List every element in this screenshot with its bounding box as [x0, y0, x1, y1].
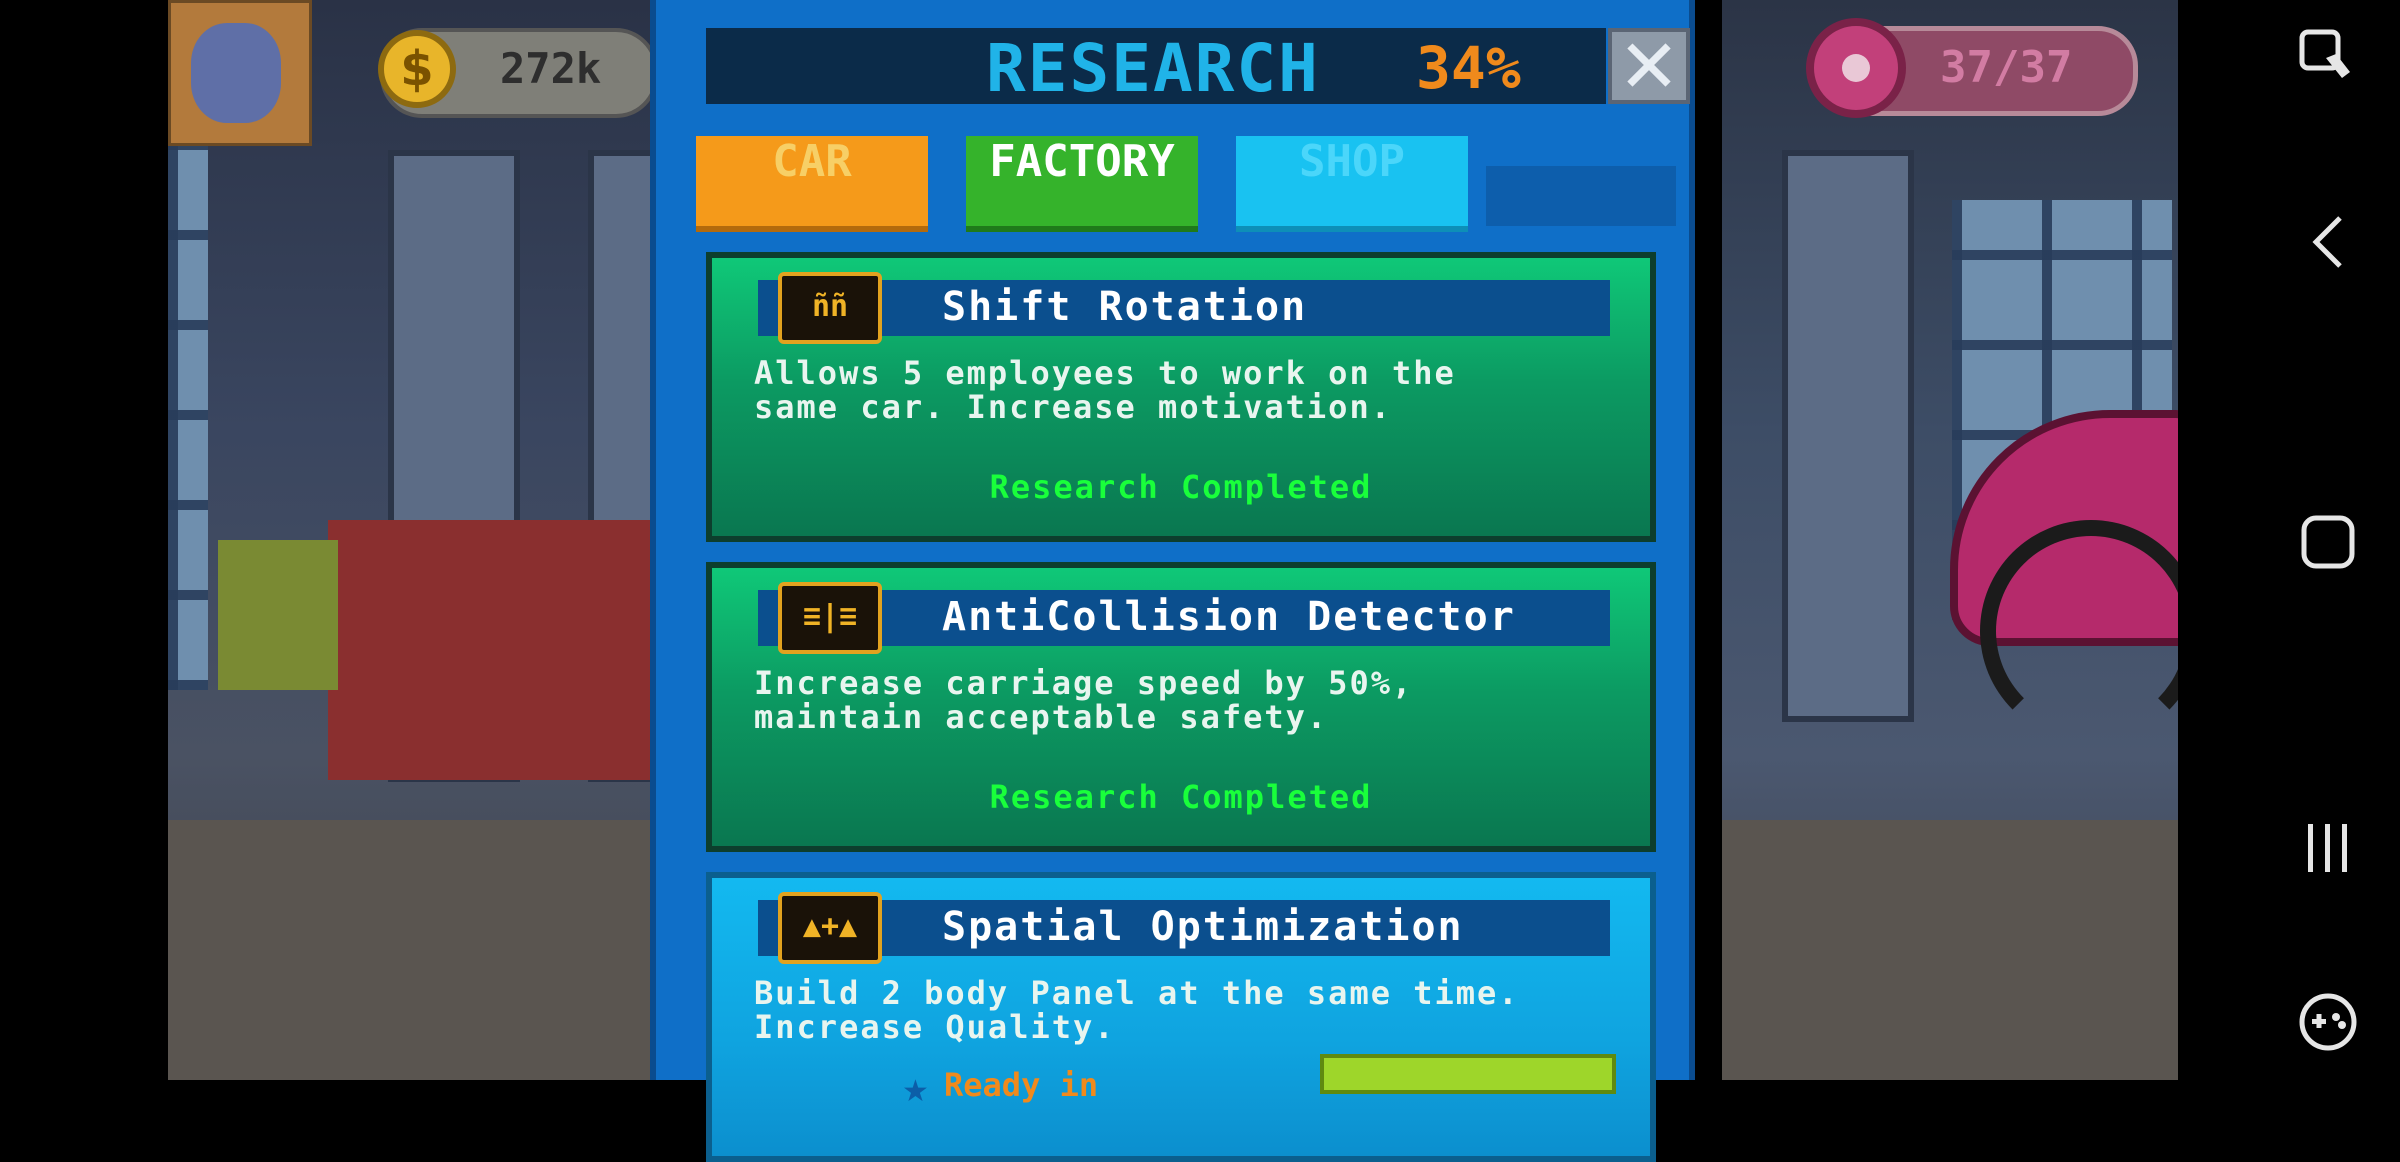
- ready-in-label: Ready in: [944, 1066, 1099, 1104]
- avatar-figure: [191, 23, 281, 123]
- back-icon[interactable]: [2306, 212, 2350, 272]
- card-description: Increase carriage speed by 50%, maintain…: [754, 664, 1414, 736]
- research-start-button[interactable]: [1320, 1054, 1616, 1094]
- research-card-shift-rotation[interactable]: ññ Shift Rotation Allows 5 employees to …: [706, 252, 1656, 542]
- tab-bar-decoration: [1486, 166, 1676, 226]
- card-status: Research Completed: [989, 778, 1373, 816]
- research-card-spatial-optimization[interactable]: ▲+▲ Spatial Optimization Build 2 body Pa…: [706, 872, 1656, 1162]
- car-wheel-arch: [1980, 520, 2202, 742]
- tab-factory[interactable]: FACTORY: [966, 136, 1198, 232]
- workers-icon: ññ: [778, 272, 882, 344]
- carriage-sensor-icon: ≡|≡: [778, 582, 882, 654]
- background-plant: [218, 540, 338, 690]
- tab-shop[interactable]: SHOP: [1236, 136, 1468, 232]
- donut-icon: [1806, 18, 1906, 118]
- system-nav-bar: [2178, 0, 2400, 1080]
- home-icon[interactable]: [2298, 512, 2358, 572]
- card-title: Shift Rotation: [942, 284, 1308, 330]
- background-window: [168, 90, 208, 690]
- game-tools-icon[interactable]: [2296, 992, 2360, 1052]
- donut-value: 37/37: [1940, 42, 2073, 93]
- coin-icon: $: [378, 30, 456, 108]
- star-icon: ★: [902, 1074, 929, 1109]
- close-button[interactable]: ✕: [1608, 28, 1690, 104]
- research-panel: RESEARCH 34% ✕ CAR FACTORY SHOP ññ Shift…: [650, 0, 1695, 1162]
- tab-car[interactable]: CAR: [696, 136, 928, 232]
- player-avatar[interactable]: [168, 0, 312, 146]
- card-title: AntiCollision Detector: [942, 594, 1516, 640]
- background-red-wall: [328, 520, 658, 780]
- recents-icon[interactable]: [2298, 818, 2358, 878]
- car-panels-icon: ▲+▲: [778, 892, 882, 964]
- panel-title: RESEARCH: [986, 30, 1320, 107]
- background-floor: [1722, 820, 2178, 1080]
- coin-value: 272k: [500, 44, 602, 93]
- background-pillar: [1782, 150, 1914, 722]
- card-status: Research Completed: [989, 468, 1373, 506]
- card-description: Build 2 body Panel at the same time. Inc…: [754, 974, 1520, 1046]
- card-description: Allows 5 employees to work on the same c…: [754, 354, 1456, 426]
- screenshot-edit-icon[interactable]: [2298, 28, 2358, 88]
- research-card-anticollision-detector[interactable]: ≡|≡ AntiCollision Detector Increase carr…: [706, 562, 1656, 852]
- card-title: Spatial Optimization: [942, 904, 1464, 950]
- research-percent: 34%: [1416, 34, 1521, 102]
